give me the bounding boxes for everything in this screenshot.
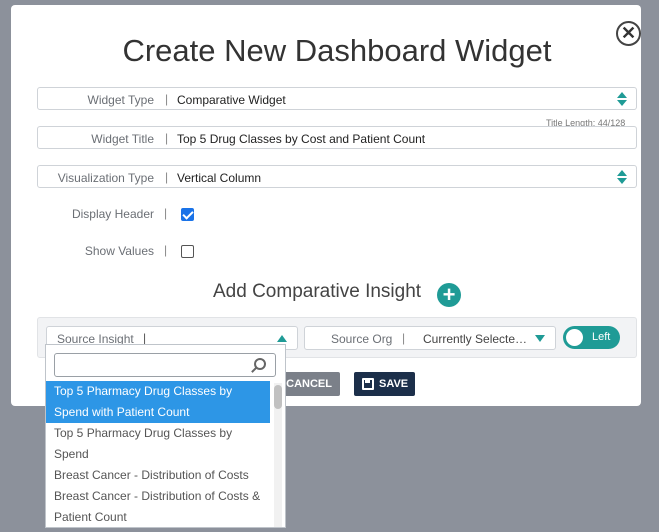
scrollbar-thumb[interactable]	[274, 385, 282, 409]
visualization-type-label: Visualization Type	[57, 171, 154, 185]
plus-circle-icon[interactable]: +	[437, 283, 461, 307]
select-arrows-icon	[617, 170, 627, 184]
toggle-knob	[566, 329, 583, 346]
position-toggle[interactable]: Left	[563, 326, 620, 349]
widget-type-select[interactable]: Widget Type | Comparative Widget	[37, 87, 637, 110]
dropdown-option[interactable]: Top 5 Pharmacy Drug Classes by Spend wit…	[46, 381, 270, 423]
floppy-disk-icon	[362, 378, 374, 390]
search-icon	[254, 358, 266, 370]
source-org-label: Source Org	[331, 332, 393, 346]
source-org-value: Currently Selecte…	[423, 332, 528, 346]
separator: |	[165, 170, 169, 184]
cancel-button[interactable]: CANCEL	[281, 372, 340, 396]
save-button-label: SAVE	[379, 378, 409, 390]
display-header-checkbox[interactable]	[181, 208, 194, 221]
source-insight-dropdown: Top 5 Pharmacy Drug Classes by Spend wit…	[45, 344, 286, 528]
widget-type-value: Comparative Widget	[177, 93, 286, 107]
separator: |	[164, 243, 168, 257]
visualization-type-select[interactable]: Visualization Type | Vertical Column	[37, 165, 637, 188]
caret-down-icon	[535, 335, 545, 342]
display-header-row: Display Header |	[37, 205, 337, 225]
source-org-select[interactable]: Source Org | Currently Selecte…	[304, 326, 556, 350]
caret-up-icon	[277, 335, 287, 342]
modal-title: Create New Dashboard Widget	[122, 33, 552, 68]
display-header-label: Display Header	[71, 207, 154, 221]
separator: |	[165, 92, 169, 106]
widget-title-label: Widget Title	[91, 132, 154, 146]
widget-title-value: Top 5 Drug Classes by Cost and Patient C…	[177, 132, 426, 146]
separator: |	[165, 131, 169, 145]
select-arrows-icon	[617, 92, 627, 106]
visualization-type-value: Vertical Column	[177, 171, 262, 185]
show-values-label: Show Values	[84, 244, 154, 258]
add-comparative-heading: Add Comparative Insight	[213, 281, 422, 302]
widget-type-label: Widget Type	[87, 93, 154, 107]
separator: |	[143, 331, 147, 345]
toggle-label: Left	[592, 331, 611, 343]
show-values-row: Show Values |	[37, 242, 337, 262]
dropdown-options-list: Top 5 Pharmacy Drug Classes by Spend wit…	[46, 381, 270, 527]
save-button[interactable]: SAVE	[354, 372, 415, 396]
show-values-checkbox[interactable]	[181, 245, 194, 258]
dropdown-option[interactable]: Breast Cancer - Distribution of Costs & …	[46, 486, 270, 527]
widget-title-field[interactable]: Widget Title | Top 5 Drug Classes by Cos…	[37, 126, 637, 149]
dropdown-search-input[interactable]	[54, 353, 276, 377]
separator: |	[164, 206, 168, 220]
dropdown-option[interactable]: Breast Cancer - Distribution of Costs	[46, 465, 270, 486]
separator: |	[402, 331, 406, 345]
dropdown-option[interactable]: Top 5 Pharmacy Drug Classes by Spend	[46, 423, 270, 465]
dropdown-scrollbar[interactable]	[274, 383, 282, 527]
